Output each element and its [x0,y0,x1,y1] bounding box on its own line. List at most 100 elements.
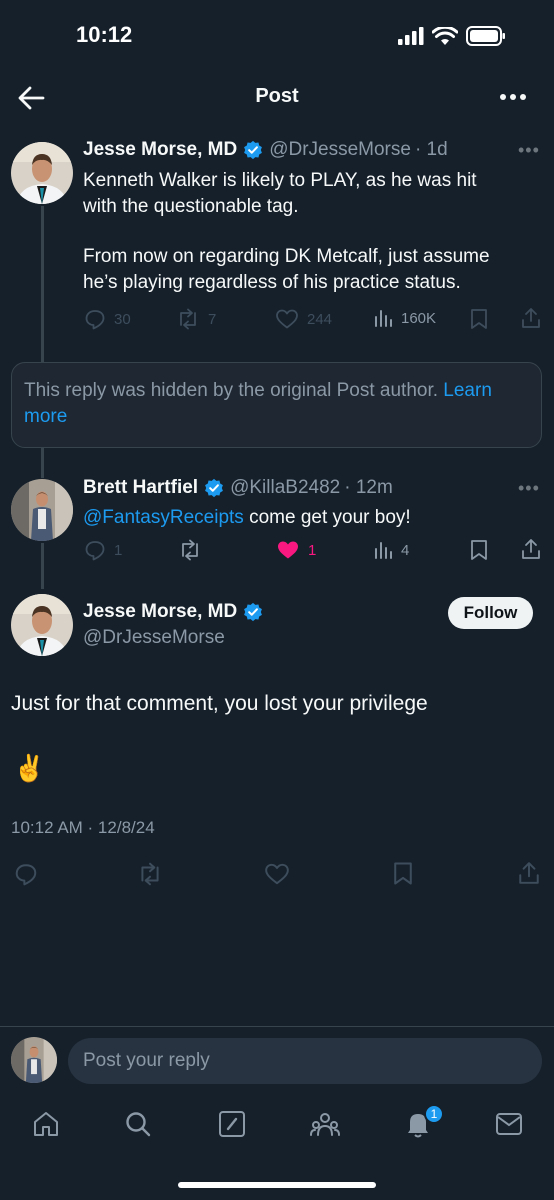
status-time: 10:12 [76,22,133,47]
divider [0,1026,554,1027]
heart-icon [265,863,289,885]
post-age: · 12m [344,477,393,498]
like-count: 244 [307,310,333,328]
views-chart-icon [375,542,392,559]
verified-badge-icon [205,478,223,498]
messages-icon [496,1113,522,1135]
nav-compose[interactable] [218,1110,246,1138]
like-button[interactable]: 1 [276,539,316,561]
home-icon [34,1112,58,1136]
heart-filled-icon [278,541,298,559]
battery-icon [466,26,505,46]
bookmark-icon [471,540,487,560]
nav-search[interactable] [124,1110,152,1138]
reply-count: 1 [114,541,123,559]
post-timestamp: 10:12 AM · 12/8/24 [11,818,155,837]
compose-icon [219,1111,245,1137]
views-count: 4 [401,541,410,559]
share-button[interactable] [517,861,541,885]
repost-icon [141,862,159,886]
reply-button[interactable] [14,862,38,886]
learn-more-link[interactable]: more [24,406,67,427]
verified-badge-icon [244,140,263,160]
post-text-line: he’s playing regardless of his practice … [83,271,461,293]
avatar[interactable] [11,594,73,656]
focus-post-text: Just for that comment, you lost your pri… [11,692,428,715]
search-icon [126,1112,151,1137]
mention-link[interactable]: @FantasyReceipts [83,507,244,528]
reply-icon [85,310,105,330]
like-count: 1 [308,541,317,559]
post-age: · 1d [414,139,448,160]
share-icon [522,308,540,328]
like-button[interactable] [264,862,290,886]
bookmark-button[interactable] [470,539,488,561]
home-indicator [178,1182,376,1188]
reply-button[interactable]: 30 [84,308,131,330]
notification-badge: 1 [424,1104,444,1124]
hidden-reply-text: This reply was hidden by the original Po… [24,380,439,401]
my-avatar[interactable] [11,1037,57,1083]
bookmark-icon [471,309,487,329]
verified-badge-icon [244,602,263,622]
share-button[interactable] [520,538,542,560]
thread-line [41,206,44,362]
status-icons [398,26,506,46]
thread-line [41,543,44,589]
post-more-button[interactable]: ••• [518,478,540,499]
share-icon [519,862,539,884]
avatar[interactable] [11,142,73,204]
author-name[interactable]: Jesse Morse, MD [83,601,237,623]
post-author-line: Jesse Morse, MD [83,601,263,623]
bookmark-button[interactable] [393,861,413,886]
repost-button[interactable] [137,862,163,886]
like-button[interactable]: 244 [275,308,332,330]
heart-icon [276,309,298,329]
repost-icon [182,539,198,561]
post-author-line: Brett Hartfiel @KillaB2482 · 12m [83,477,393,499]
post-text-content: come get your boy! [249,507,411,528]
share-button[interactable] [520,307,542,329]
post-text-line: with the questionable tag. [83,195,299,217]
communities-icon [310,1113,340,1136]
post-text: Kenneth Walker is likely to PLAY, as he … [83,168,533,295]
bookmark-icon [394,862,412,885]
author-name[interactable]: Jesse Morse, MD [83,139,237,161]
author-handle[interactable]: @DrJesseMorse [83,627,225,649]
hidden-reply-notice: This reply was hidden by the original Po… [11,362,542,448]
views-chart-icon [375,310,392,327]
views-button[interactable]: 160K [373,308,436,328]
reply-icon [85,541,105,561]
reply-input[interactable]: Post your reply [68,1038,542,1084]
nav-home[interactable] [32,1110,60,1138]
author-handle[interactable]: @DrJesseMorse [269,139,411,161]
more-options-button[interactable] [498,86,528,108]
avatar[interactable] [11,479,73,541]
more-icon [500,94,526,100]
author-handle[interactable]: @KillaB2482 [230,477,340,499]
post-text: @FantasyReceipts come get your boy! [83,505,533,531]
reply-count: 30 [114,310,131,328]
wifi-icon [432,26,458,45]
post-author-line: Jesse Morse, MD @DrJesseMorse · 1d [83,139,448,161]
views-button[interactable]: 4 [373,540,409,560]
post-more-button[interactable]: ••• [518,140,540,161]
repost-count: 7 [208,310,217,328]
views-count: 160K [401,309,437,327]
bookmark-button[interactable] [470,308,488,330]
post-text-line: Kenneth Walker is likely to PLAY, as he … [83,170,477,191]
page-title: Post [255,85,299,107]
reply-button[interactable]: 1 [84,539,122,561]
nav-messages[interactable] [495,1112,523,1136]
reply-icon [15,864,37,886]
cellular-signal-icon [398,27,424,45]
follow-button[interactable]: Follow [448,597,533,629]
author-name[interactable]: Brett Hartfiel [83,477,198,499]
repost-button[interactable] [178,539,202,561]
repost-button[interactable]: 7 [176,308,216,330]
learn-more-link[interactable]: Learn [443,380,492,401]
share-icon [522,539,540,559]
focus-post-emoji: ✌️ [13,753,46,783]
repost-icon [180,308,196,330]
nav-communities[interactable] [310,1110,340,1138]
